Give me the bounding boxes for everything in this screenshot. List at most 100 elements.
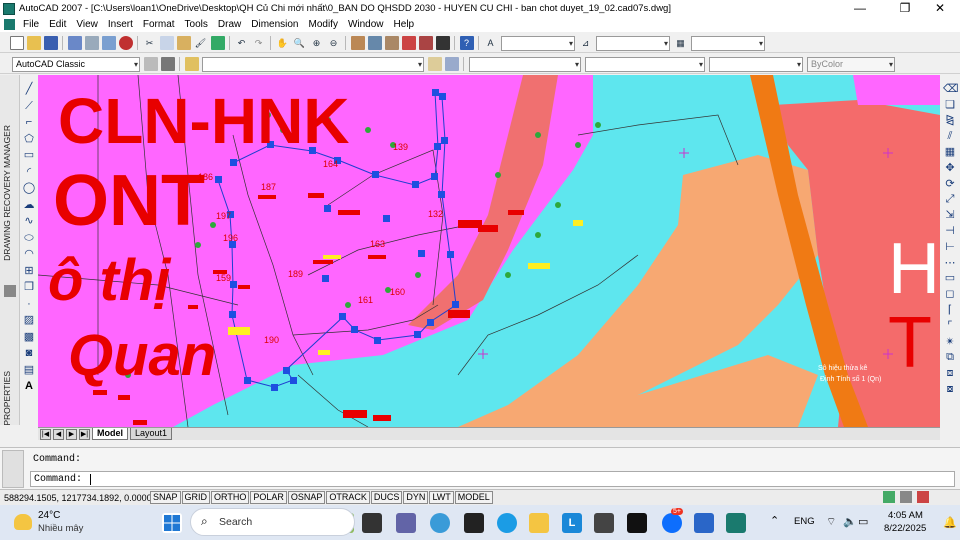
menu-format[interactable]: Format bbox=[138, 17, 180, 32]
drawing-svg[interactable]: CLN-HNK ONT ô thị Quan H T 187 164 197 1… bbox=[38, 75, 940, 427]
stretch-icon[interactable]: ⇲ bbox=[943, 208, 957, 222]
task-view-icon[interactable] bbox=[362, 513, 382, 533]
match-properties-icon[interactable]: 🖌 bbox=[194, 36, 208, 50]
autocad-app-icon[interactable] bbox=[3, 2, 15, 15]
last-tab-button[interactable]: ▶| bbox=[79, 428, 90, 440]
snap-toggle[interactable]: SNAP bbox=[150, 491, 181, 504]
workspace-combo[interactable]: AutoCAD Classic ▾ bbox=[12, 56, 140, 72]
line-icon[interactable]: ╱ bbox=[22, 82, 36, 96]
make-layer-current-icon[interactable] bbox=[427, 57, 442, 71]
open-icon[interactable] bbox=[26, 36, 41, 50]
cut-icon[interactable]: ✂ bbox=[143, 36, 157, 50]
menu-help[interactable]: Help bbox=[389, 17, 420, 32]
point-icon[interactable]: · bbox=[22, 297, 36, 311]
zoom-previous-icon[interactable]: ⊖ bbox=[327, 36, 341, 50]
workspace-settings-icon[interactable] bbox=[143, 57, 158, 71]
ellipse-icon[interactable]: ⬭ bbox=[22, 231, 36, 245]
save-icon[interactable] bbox=[43, 36, 58, 50]
block-editor-icon[interactable] bbox=[210, 36, 225, 50]
dim-style-combo[interactable]: ▾ bbox=[596, 35, 670, 51]
arc-icon[interactable]: ◜ bbox=[22, 165, 36, 179]
region-icon[interactable]: ◙ bbox=[22, 346, 36, 360]
prev-tab-button[interactable]: ◀ bbox=[53, 428, 64, 440]
model-toggle[interactable]: MODEL bbox=[454, 491, 493, 504]
restore-button[interactable]: ❐ bbox=[885, 0, 925, 17]
otrack-toggle[interactable]: OTRACK bbox=[326, 491, 370, 504]
gradient-icon[interactable]: ▩ bbox=[22, 330, 36, 344]
erase-icon[interactable]: ⌫ bbox=[943, 82, 959, 96]
hatch-icon[interactable]: ▨ bbox=[22, 313, 36, 327]
join-icon[interactable]: ◻ bbox=[943, 287, 957, 301]
properties-icon[interactable] bbox=[350, 36, 365, 50]
trim-icon[interactable]: ⊣ bbox=[943, 224, 957, 238]
layer-combo[interactable]: ▾ bbox=[202, 56, 424, 72]
next-tab-button[interactable]: ▶ bbox=[66, 428, 77, 440]
zalo-icon[interactable] bbox=[662, 513, 682, 533]
tab-layout1[interactable]: Layout1 bbox=[130, 428, 173, 440]
autocad-taskbar-icon[interactable] bbox=[726, 513, 746, 533]
redo-icon[interactable]: ↷ bbox=[252, 36, 266, 50]
file-explorer-icon[interactable] bbox=[529, 513, 549, 533]
menu-modify[interactable]: Modify bbox=[304, 17, 343, 32]
meet-icon[interactable] bbox=[396, 513, 416, 533]
command-input[interactable]: Command: bbox=[30, 471, 955, 487]
workspace-save-icon[interactable] bbox=[160, 57, 175, 71]
move-icon[interactable]: ✥ bbox=[943, 161, 957, 175]
chamfer-icon[interactable]: ⌈ bbox=[943, 303, 957, 317]
drawing-area[interactable]: CLN-HNK ONT ô thị Quan H T 187 164 197 1… bbox=[38, 75, 940, 427]
weather-icon[interactable] bbox=[14, 514, 32, 530]
3d-dwf-icon[interactable] bbox=[118, 36, 133, 50]
multiline-text-icon[interactable]: A bbox=[22, 379, 36, 393]
table-style-icon[interactable]: ▦ bbox=[674, 36, 688, 50]
break-at-point-icon[interactable]: ⋯ bbox=[943, 256, 957, 270]
color-combo[interactable]: ▾ bbox=[469, 56, 581, 72]
lwt-toggle[interactable]: LWT bbox=[429, 491, 454, 504]
table-icon[interactable]: ▤ bbox=[22, 363, 36, 377]
copy-object-icon[interactable]: ❏ bbox=[943, 98, 957, 112]
construction-line-icon[interactable]: ⟋ bbox=[22, 99, 36, 113]
capcut-icon[interactable] bbox=[464, 513, 484, 533]
new-icon[interactable] bbox=[9, 36, 24, 50]
close-button[interactable]: ✕ bbox=[920, 0, 960, 17]
tab-model[interactable]: Model bbox=[92, 428, 128, 440]
dim-style-icon[interactable]: ⊿ bbox=[579, 36, 593, 50]
publish-icon[interactable] bbox=[101, 36, 116, 50]
plot-preview-icon[interactable] bbox=[84, 36, 99, 50]
store-icon[interactable] bbox=[594, 513, 614, 533]
tray-settings-icon[interactable] bbox=[917, 491, 929, 503]
zoom-window-icon[interactable]: ⊕ bbox=[310, 36, 324, 50]
weather-desc[interactable]: Nhiều mây bbox=[38, 523, 83, 534]
communication-center-icon[interactable] bbox=[883, 491, 895, 503]
mirror-icon[interactable]: ⧎ bbox=[943, 113, 957, 127]
menu-edit[interactable]: Edit bbox=[44, 17, 71, 32]
minimize-button[interactable]: — bbox=[840, 0, 880, 17]
properties-tab[interactable]: PROPERTIES bbox=[2, 371, 12, 426]
text-style-combo[interactable]: ▾ bbox=[501, 35, 575, 51]
revision-cloud-icon[interactable]: ☁ bbox=[22, 198, 36, 212]
layer-previous-icon[interactable] bbox=[444, 57, 459, 71]
grid-toggle[interactable]: GRID bbox=[181, 491, 211, 504]
markup-icon[interactable] bbox=[418, 36, 433, 50]
start-icon[interactable] bbox=[162, 513, 182, 533]
polar-toggle[interactable]: POLAR bbox=[250, 491, 287, 504]
coordinates-display[interactable]: 588294.1505, 1217734.1892, 0.0000 bbox=[0, 493, 152, 503]
plot-icon[interactable] bbox=[67, 36, 82, 50]
design-center-icon[interactable] bbox=[367, 36, 382, 50]
text-style-icon[interactable]: A bbox=[484, 36, 498, 50]
table-style-combo[interactable]: ▾ bbox=[691, 35, 765, 51]
layer-manager-icon[interactable] bbox=[184, 57, 199, 71]
rotate-icon[interactable]: ⟳ bbox=[943, 177, 957, 191]
wifi-icon[interactable]: ⌔ bbox=[826, 515, 836, 529]
scale-icon[interactable]: ⤢ bbox=[943, 192, 957, 206]
menu-file[interactable]: File bbox=[18, 17, 44, 32]
ellipse-arc-icon[interactable]: ◠ bbox=[22, 247, 36, 261]
rectangle-icon[interactable]: ▭ bbox=[22, 148, 36, 162]
draworder-icon[interactable]: ⧉ bbox=[943, 350, 957, 364]
battery-icon[interactable]: ▭ bbox=[858, 515, 868, 528]
circle-icon[interactable]: ◯ bbox=[22, 181, 36, 195]
clock-date[interactable]: 8/22/2025 bbox=[884, 523, 926, 534]
clock-time[interactable]: 4:05 AM bbox=[888, 510, 923, 521]
array-icon[interactable]: ▦ bbox=[943, 145, 957, 159]
menu-draw[interactable]: Draw bbox=[213, 17, 246, 32]
menu-insert[interactable]: Insert bbox=[103, 17, 138, 32]
